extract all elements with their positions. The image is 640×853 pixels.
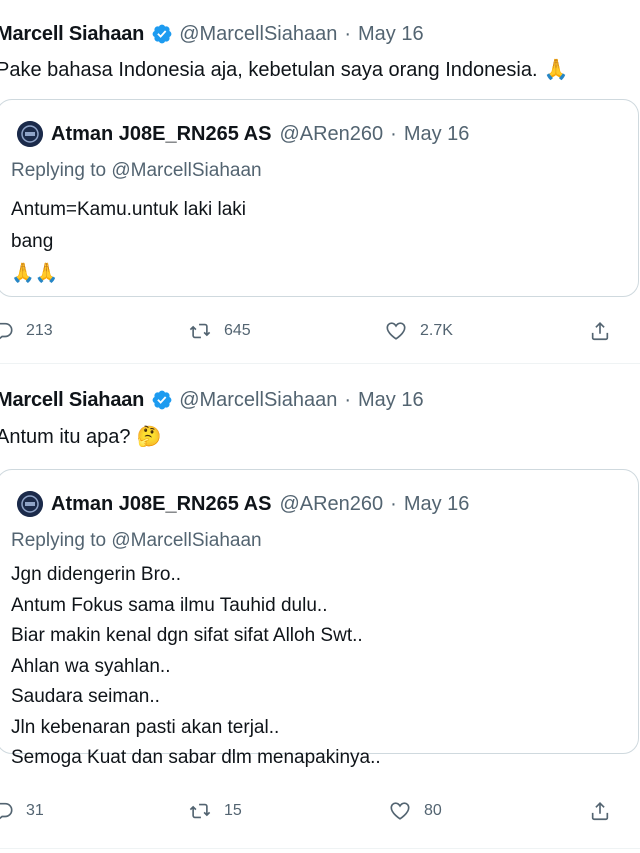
tweet[interactable]: Marcell Siahaan @MarcellSiahaan · May 16… [0, 364, 640, 853]
tweet-date[interactable]: May 16 [358, 23, 424, 46]
tweet-actions: 213 645 2.7K [0, 316, 640, 346]
retweet-button[interactable]: 645 [188, 316, 251, 346]
quoted-tweet-text: Jgn didengerin Bro.. Antum Fokus sama il… [11, 560, 381, 774]
avatar[interactable] [17, 121, 43, 147]
replying-to: Replying to @MarcellSiahaan [11, 160, 262, 181]
author-handle[interactable]: @MarcellSiahaan [179, 23, 337, 46]
quoted-line: Biar makin kenal dgn sifat sifat Alloh S… [11, 625, 363, 646]
replying-to: Replying to @MarcellSiahaan [11, 530, 262, 551]
quoted-line: Antum=Kamu.untuk laki laki [11, 199, 246, 220]
tweet-actions: 31 15 80 [0, 796, 640, 826]
avatar-emblem-icon [17, 491, 43, 517]
separator-dot: · [390, 492, 397, 515]
tweet-emoji: 🙏 [543, 59, 569, 81]
quoted-line: Saudara seiman.. [11, 686, 160, 707]
tweet-header: Marcell Siahaan @MarcellSiahaan · May 16 [0, 20, 424, 48]
share-button[interactable] [589, 316, 611, 346]
quoted-tweet-header: Atman J08E_RN265 AS @ARen260 · May 16 [17, 490, 469, 518]
share-button[interactable] [589, 796, 611, 826]
quoted-line: Semoga Kuat dan sabar dlm menapakinya.. [11, 747, 381, 768]
tweet-date[interactable]: May 16 [358, 389, 424, 412]
quoted-line: 🙏🙏 [11, 263, 59, 284]
quoted-author-name[interactable]: Atman J08E_RN265 AS [51, 493, 271, 516]
quoted-author-handle[interactable]: @ARen260 [279, 123, 383, 146]
reply-icon [0, 802, 13, 820]
reply-button[interactable]: 213 [0, 316, 53, 346]
quoted-tweet-header: Atman J08E_RN265 AS @ARen260 · May 16 [17, 120, 469, 148]
retweet-button[interactable]: 15 [188, 796, 242, 826]
share-icon [591, 802, 609, 821]
retweet-icon [189, 323, 211, 339]
tweet-text-content: Antum itu apa? [0, 426, 131, 448]
quoted-tweet-date[interactable]: May 16 [404, 123, 470, 146]
quoted-author-name[interactable]: Atman J08E_RN265 AS [51, 123, 271, 146]
avatar-emblem-icon [17, 121, 43, 147]
quoted-tweet[interactable]: Atman J08E_RN265 AS @ARen260 · May 16 Re… [0, 469, 639, 768]
share-icon [591, 322, 609, 341]
separator-dot: · [344, 388, 352, 411]
like-button[interactable]: 2.7K [384, 316, 453, 346]
tweet-text: Pake bahasa Indonesia aja, kebetulan say… [0, 57, 568, 82]
like-count: 2.7K [420, 322, 453, 339]
tweet-emoji: 🤔 [136, 426, 162, 448]
tweet[interactable]: Marcell Siahaan @MarcellSiahaan · May 16… [0, 0, 640, 364]
quoted-line: Jln kebenaran pasti akan terjal.. [11, 716, 280, 738]
quoted-line: Jgn didengerin Bro.. [11, 564, 182, 585]
separator-dot: · [390, 122, 397, 145]
reply-count: 31 [26, 802, 44, 819]
verified-badge-icon [152, 390, 172, 410]
author-name[interactable]: Marcell Siahaan [0, 389, 144, 412]
reply-count: 213 [26, 322, 53, 339]
tweet-text-content: Pake bahasa Indonesia aja, kebetulan say… [0, 59, 538, 81]
retweet-count: 645 [224, 322, 251, 339]
avatar[interactable] [17, 491, 43, 517]
retweet-icon [189, 803, 211, 819]
like-button[interactable]: 80 [388, 796, 442, 826]
quoted-line: bang [11, 231, 54, 252]
heart-icon [386, 322, 406, 340]
tweet-divider [0, 848, 640, 849]
tweet-header: Marcell Siahaan @MarcellSiahaan · May 16 [0, 386, 424, 414]
reply-icon [0, 322, 13, 340]
verified-badge-icon [152, 24, 172, 44]
reply-button[interactable]: 31 [0, 796, 44, 826]
quoted-tweet[interactable]: Atman J08E_RN265 AS @ARen260 · May 16 Re… [0, 99, 639, 297]
tweet-text: Antum itu apa? 🤔 [0, 424, 161, 449]
separator-dot: · [344, 22, 352, 45]
retweet-count: 15 [224, 802, 242, 819]
heart-icon [390, 802, 410, 820]
quoted-author-handle[interactable]: @ARen260 [279, 493, 383, 516]
quoted-line: Ahlan wa syahlan.. [11, 655, 171, 677]
quoted-line: Antum Fokus sama ilmu Tauhid dulu.. [11, 594, 328, 616]
author-handle[interactable]: @MarcellSiahaan [179, 389, 337, 412]
quoted-tweet-text: Antum=Kamu.untuk laki laki bang 🙏🙏 [11, 194, 246, 290]
quoted-tweet-date[interactable]: May 16 [404, 493, 470, 516]
like-count: 80 [424, 802, 442, 819]
author-name[interactable]: Marcell Siahaan [0, 23, 144, 46]
